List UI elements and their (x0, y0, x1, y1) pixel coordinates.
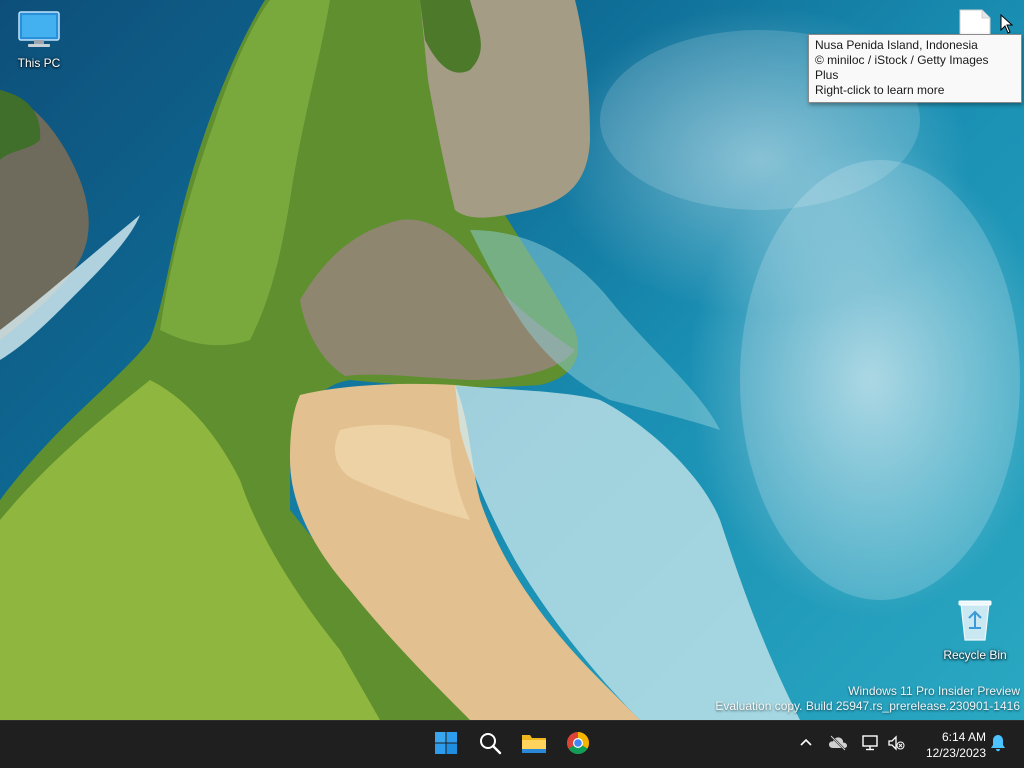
desktop-icon-label: This PC (17, 56, 61, 70)
desktop-icon-this-pc[interactable]: This PC (1, 10, 77, 70)
tooltip-location: Nusa Penida Island, Indonesia (815, 38, 978, 52)
cloud-offline-icon (828, 734, 848, 756)
recycle-bin-icon (937, 598, 1013, 645)
start-button[interactable] (426, 725, 466, 765)
picture-info-tooltip: Nusa Penida Island, Indonesia © miniloc … (808, 34, 1022, 103)
desktop-icon-recycle-bin[interactable]: Recycle Bin (937, 598, 1013, 662)
windows-start-icon (434, 731, 458, 760)
tooltip-credit: © miniloc / iStock / Getty Images Plus (815, 53, 989, 82)
search-button[interactable] (470, 725, 510, 765)
notification-bell-icon (990, 734, 1006, 757)
chrome-button[interactable] (558, 725, 598, 765)
search-icon (478, 731, 502, 760)
volume-button[interactable] (884, 733, 908, 757)
chrome-icon (566, 731, 590, 760)
volume-muted-icon (887, 734, 905, 756)
clock-time: 6:14 AM (941, 730, 986, 744)
show-hidden-icons-button[interactable] (794, 733, 818, 757)
watermark-edition: Windows 11 Pro Insider Preview (848, 684, 1020, 698)
desktop[interactable]: This PC Recycle Bin Nusa Penida Island, … (0, 0, 1024, 720)
desktop-icon-label: Recycle Bin (943, 648, 1007, 662)
notifications-button[interactable] (986, 733, 1010, 757)
file-explorer-icon (521, 731, 547, 760)
network-button[interactable] (858, 733, 882, 757)
chevron-up-icon (799, 736, 813, 755)
onedrive-status-button[interactable] (826, 733, 850, 757)
watermark-build: Evaluation copy. Build 25947.rs_prerelea… (715, 699, 1020, 713)
clock-date: 12/23/2023 (925, 746, 986, 760)
file-explorer-button[interactable] (514, 725, 554, 765)
tooltip-hint: Right-click to learn more (815, 83, 945, 97)
network-icon (861, 734, 879, 756)
build-watermark: Windows 11 Pro Insider Preview Evaluatio… (715, 684, 1020, 714)
monitor-icon (1, 10, 77, 53)
mouse-cursor-icon (1000, 13, 1014, 39)
taskbar: 6:14 AM 12/23/2023 (0, 720, 1024, 768)
wallpaper-image (0, 0, 1020, 720)
clock-button[interactable]: 6:14 AM 12/23/2023 (914, 729, 986, 761)
